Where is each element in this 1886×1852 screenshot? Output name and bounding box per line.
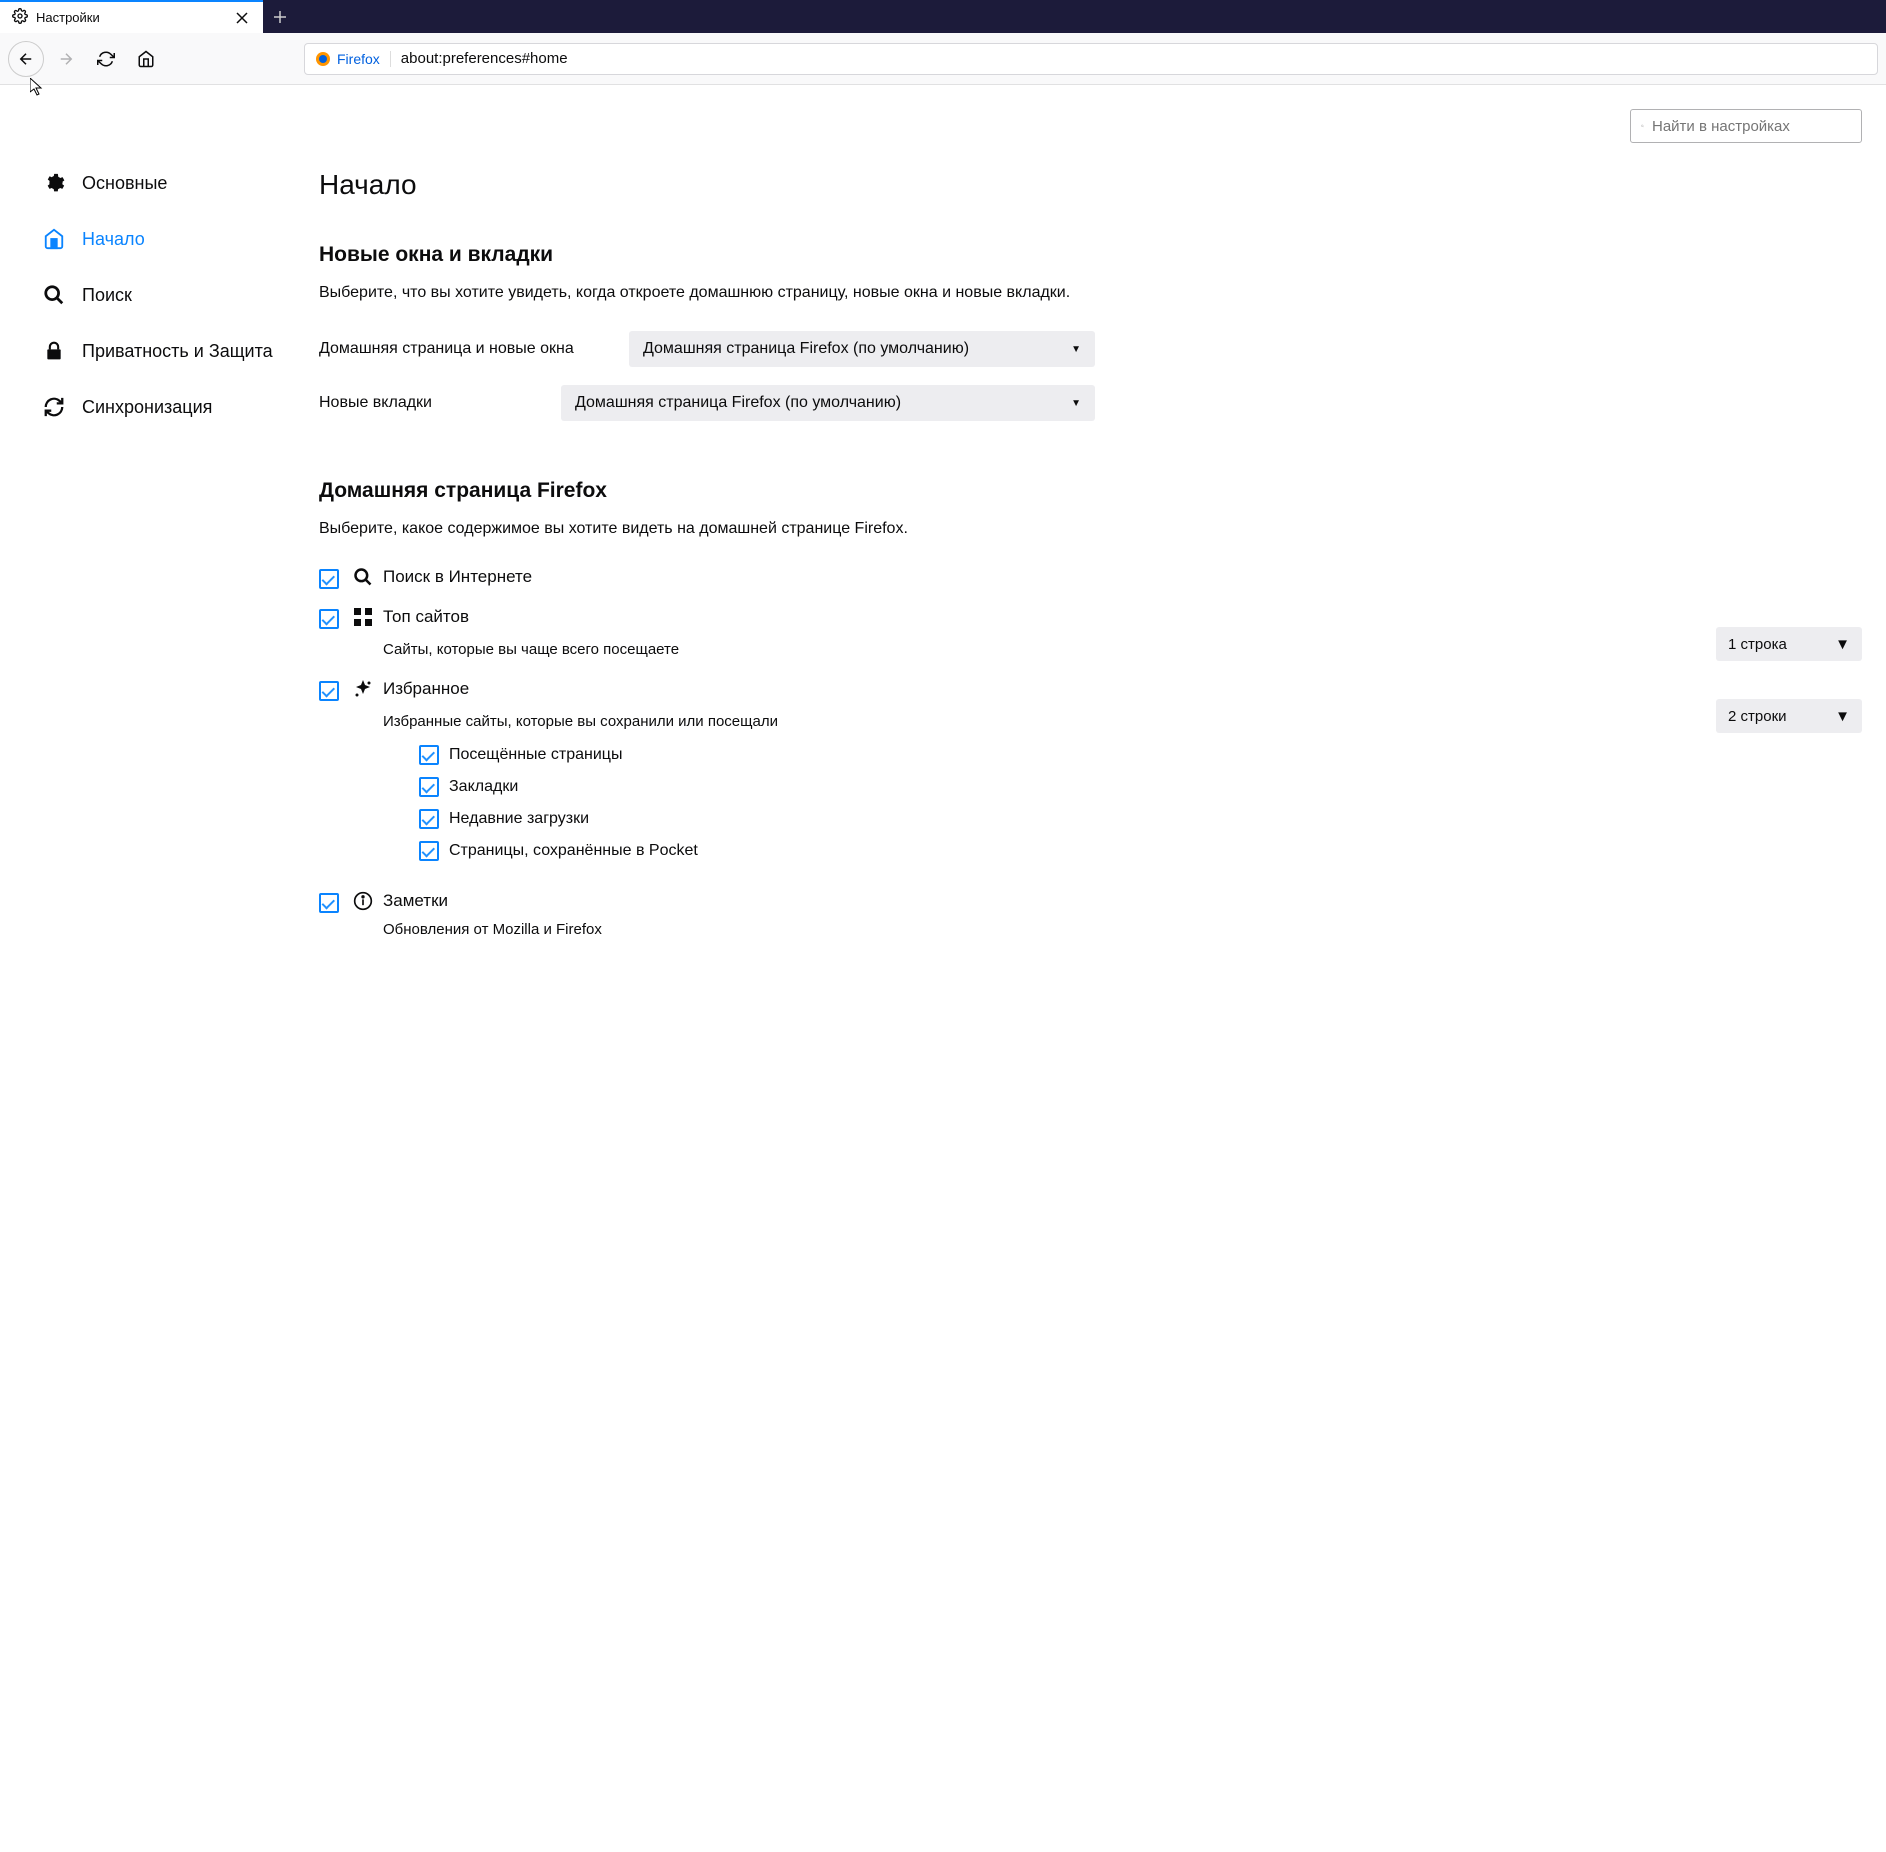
topsites-rows-select[interactable]: 1 строка ▼ bbox=[1716, 627, 1862, 661]
search-icon bbox=[1641, 119, 1644, 133]
select-value: 2 строки bbox=[1728, 708, 1787, 725]
sidebar: Основные Начало Поиск Приватность и Защи… bbox=[0, 85, 295, 1036]
url-bar[interactable]: Firefox about:preferences#home bbox=[304, 43, 1878, 75]
sidebar-label: Поиск bbox=[82, 285, 132, 306]
search-icon bbox=[353, 567, 373, 587]
chevron-down-icon: ▼ bbox=[1071, 398, 1081, 409]
sidebar-label: Синхронизация bbox=[82, 397, 212, 418]
grid-icon bbox=[353, 607, 373, 627]
bookmarks-label: Закладки bbox=[449, 778, 518, 796]
sparkle-icon bbox=[353, 679, 373, 699]
home-icon bbox=[42, 227, 66, 251]
sidebar-item-sync[interactable]: Синхронизация bbox=[42, 379, 295, 435]
bookmarks-checkbox[interactable] bbox=[419, 777, 439, 797]
snippets-label: Заметки bbox=[383, 891, 448, 911]
url-text: about:preferences#home bbox=[401, 50, 568, 67]
highlights-rows-select[interactable]: 2 строки ▼ bbox=[1716, 699, 1862, 733]
homepage-select[interactable]: Домашняя страница Firefox (по умолчанию)… bbox=[629, 331, 1095, 367]
downloads-checkbox[interactable] bbox=[419, 809, 439, 829]
visited-checkbox[interactable] bbox=[419, 745, 439, 765]
pocket-checkbox[interactable] bbox=[419, 841, 439, 861]
homepage-label: Домашняя страница и новые окна bbox=[319, 340, 629, 358]
close-icon[interactable] bbox=[233, 9, 251, 27]
reload-button[interactable] bbox=[88, 41, 124, 77]
identity-label: Firefox bbox=[337, 51, 380, 67]
forward-button[interactable] bbox=[48, 41, 84, 77]
select-value: 1 строка bbox=[1728, 636, 1787, 653]
visited-label: Посещённые страницы bbox=[449, 746, 622, 764]
sidebar-item-general[interactable]: Основные bbox=[42, 155, 295, 211]
new-tab-button[interactable] bbox=[263, 0, 296, 33]
chevron-down-icon: ▼ bbox=[1071, 344, 1081, 355]
downloads-label: Недавние загрузки bbox=[449, 810, 589, 828]
websearch-label: Поиск в Интернете bbox=[383, 567, 532, 587]
topsites-checkbox[interactable] bbox=[319, 609, 339, 629]
firefox-icon bbox=[315, 51, 331, 67]
section-heading: Домашняя страница Firefox bbox=[319, 479, 1862, 503]
home-button[interactable] bbox=[128, 41, 164, 77]
tab-title: Настройки bbox=[36, 10, 225, 25]
tab-bar: Настройки bbox=[0, 0, 1886, 33]
pocket-label: Страницы, сохранённые в Pocket bbox=[449, 842, 698, 860]
gear-icon bbox=[12, 8, 28, 28]
url-identity: Firefox bbox=[315, 51, 391, 67]
back-button[interactable] bbox=[8, 41, 44, 77]
main-content: Начало Новые окна и вкладки Выберите, чт… bbox=[295, 85, 1886, 1036]
newtab-label: Новые вкладки bbox=[319, 394, 561, 412]
search-icon bbox=[42, 283, 66, 307]
sidebar-item-privacy[interactable]: Приватность и Защита bbox=[42, 323, 295, 379]
section-heading: Новые окна и вкладки bbox=[319, 243, 1862, 267]
sidebar-label: Основные bbox=[82, 173, 167, 194]
sidebar-label: Начало bbox=[82, 229, 145, 250]
topsites-desc: Сайты, которые вы чаще всего посещаете bbox=[383, 641, 679, 658]
snippets-checkbox[interactable] bbox=[319, 893, 339, 913]
highlights-label: Избранное bbox=[383, 679, 469, 699]
section-desc: Выберите, что вы хотите увидеть, когда о… bbox=[319, 281, 1862, 305]
lock-icon bbox=[42, 339, 66, 363]
chevron-down-icon: ▼ bbox=[1835, 636, 1850, 653]
topsites-label: Топ сайтов bbox=[383, 607, 469, 627]
toolbar: Firefox about:preferences#home bbox=[0, 33, 1886, 85]
page-title: Начало bbox=[319, 169, 1862, 201]
highlights-desc: Избранные сайты, которые вы сохранили ил… bbox=[383, 713, 778, 730]
sync-icon bbox=[42, 395, 66, 419]
settings-search-input[interactable] bbox=[1652, 118, 1851, 135]
sidebar-item-home[interactable]: Начало bbox=[42, 211, 295, 267]
newtab-select[interactable]: Домашняя страница Firefox (по умолчанию)… bbox=[561, 385, 1095, 421]
sidebar-item-search[interactable]: Поиск bbox=[42, 267, 295, 323]
highlights-checkbox[interactable] bbox=[319, 681, 339, 701]
info-icon bbox=[353, 891, 373, 911]
select-value: Домашняя страница Firefox (по умолчанию) bbox=[643, 340, 969, 358]
browser-tab[interactable]: Настройки bbox=[0, 0, 263, 33]
sidebar-label: Приватность и Защита bbox=[82, 341, 273, 362]
snippets-desc: Обновления от Mozilla и Firefox bbox=[383, 921, 1862, 938]
section-desc: Выберите, какое содержимое вы хотите вид… bbox=[319, 517, 1862, 541]
select-value: Домашняя страница Firefox (по умолчанию) bbox=[575, 394, 901, 412]
settings-search[interactable] bbox=[1630, 109, 1862, 143]
gear-icon bbox=[42, 171, 66, 195]
websearch-checkbox[interactable] bbox=[319, 569, 339, 589]
chevron-down-icon: ▼ bbox=[1835, 708, 1850, 725]
